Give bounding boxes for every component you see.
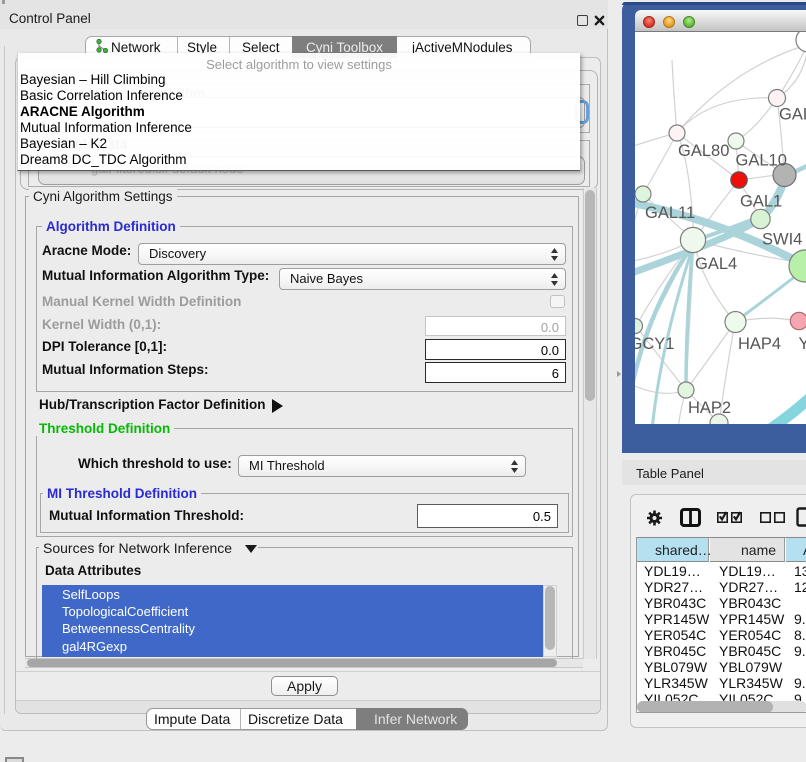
svg-text:GCY1: GCY1 xyxy=(635,335,674,353)
svg-text:HAP4: HAP4 xyxy=(738,335,781,353)
svg-text:GAL4: GAL4 xyxy=(695,255,737,273)
svg-text:YM: YM xyxy=(799,335,806,353)
svg-text:SWI4: SWI4 xyxy=(762,231,802,249)
svg-text:GAL7: GAL7 xyxy=(779,106,806,124)
svg-text:GAL10: GAL10 xyxy=(736,152,787,170)
svg-text:GAL11: GAL11 xyxy=(645,204,695,222)
svg-text:GAL80: GAL80 xyxy=(678,142,729,160)
svg-text:GAL1: GAL1 xyxy=(740,193,782,211)
svg-text:HAP2: HAP2 xyxy=(688,399,731,417)
